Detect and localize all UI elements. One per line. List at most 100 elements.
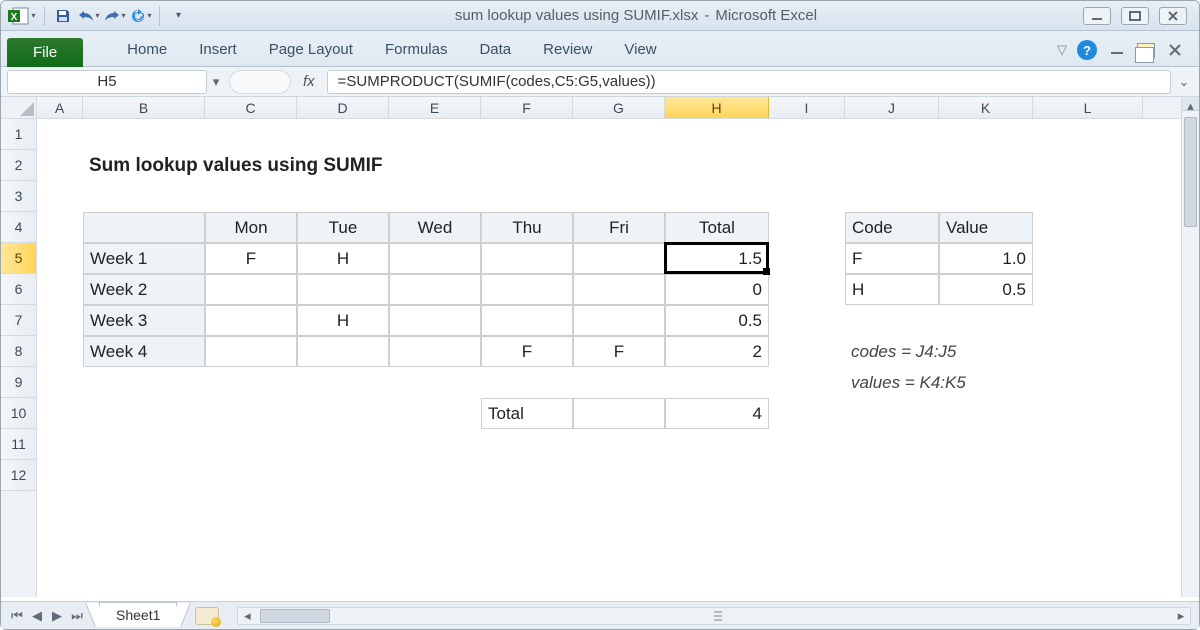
week-label[interactable]: Week 1 [83, 243, 205, 274]
row-total[interactable]: 2 [665, 336, 769, 367]
row-header-6[interactable]: 6 [1, 274, 36, 305]
hscroll-thumb[interactable] [260, 609, 330, 623]
table-cell[interactable] [389, 305, 481, 336]
col-header-E[interactable]: E [389, 97, 481, 118]
row-header-9[interactable]: 9 [1, 367, 36, 398]
grand-total-spacer[interactable] [573, 398, 665, 429]
table-cell[interactable] [297, 336, 389, 367]
scroll-up-icon[interactable]: ▴ [1182, 97, 1199, 115]
table-header[interactable]: Total [665, 212, 769, 243]
table-cell[interactable] [573, 274, 665, 305]
row-header-8[interactable]: 8 [1, 336, 36, 367]
workbook-restore-icon[interactable] [1137, 43, 1155, 58]
tab-nav-first-icon[interactable]: ⏮ [7, 606, 27, 626]
lookup-value[interactable]: 0.5 [939, 274, 1033, 305]
table-cell[interactable] [389, 243, 481, 274]
week-label[interactable]: Week 3 [83, 305, 205, 336]
tab-data[interactable]: Data [463, 35, 527, 66]
column-headers[interactable]: ABCDEFGHIJKL [37, 97, 1199, 119]
row-total[interactable]: 0.5 [665, 305, 769, 336]
fx-icon[interactable]: fx [295, 73, 323, 90]
grand-total-label[interactable]: Total [481, 398, 573, 429]
row-header-7[interactable]: 7 [1, 305, 36, 336]
row-header-12[interactable]: 12 [1, 460, 36, 491]
table-header[interactable]: Fri [573, 212, 665, 243]
col-header-J[interactable]: J [845, 97, 939, 118]
horizontal-scrollbar[interactable]: ◂ ▸ [237, 607, 1191, 625]
tab-view[interactable]: View [608, 35, 672, 66]
table-cell[interactable] [205, 274, 297, 305]
table-header[interactable]: Tue [297, 212, 389, 243]
table-cell[interactable] [481, 305, 573, 336]
note-values[interactable]: values = K4:K5 [845, 367, 1143, 398]
close-button[interactable] [1159, 7, 1187, 25]
cells-area[interactable]: Sum lookup values using SUMIFMonTueWedTh… [37, 119, 1199, 597]
table-cell[interactable]: F [573, 336, 665, 367]
formula-input[interactable]: =SUMPRODUCT(SUMIF(codes,C5:G5,values)) [327, 70, 1171, 94]
table-cell[interactable] [573, 243, 665, 274]
table-cell[interactable] [389, 336, 481, 367]
note-codes[interactable]: codes = J4:J5 [845, 336, 1143, 367]
row-header-11[interactable]: 11 [1, 429, 36, 460]
row-headers[interactable]: 123456789101112 [1, 119, 37, 597]
table-cell[interactable]: F [205, 243, 297, 274]
row-header-4[interactable]: 4 [1, 212, 36, 243]
table-cell[interactable] [389, 274, 481, 305]
file-tab[interactable]: File [7, 38, 83, 67]
table-cell[interactable] [481, 243, 573, 274]
sheet-tab[interactable]: Sheet1 [99, 602, 177, 627]
lookup-code[interactable]: F [845, 243, 939, 274]
scroll-left-icon[interactable]: ◂ [238, 608, 256, 624]
undo-icon[interactable]: ▾ [78, 5, 100, 27]
tab-page-layout[interactable]: Page Layout [253, 35, 369, 66]
formula-buttons[interactable] [229, 70, 291, 94]
new-sheet-icon[interactable] [195, 607, 219, 625]
workbook-minimize-icon[interactable] [1107, 42, 1127, 58]
col-header-K[interactable]: K [939, 97, 1033, 118]
row-header-3[interactable]: 3 [1, 181, 36, 212]
ribbon-minimize-icon[interactable]: ▽ [1057, 42, 1067, 58]
col-header-C[interactable]: C [205, 97, 297, 118]
row-total[interactable]: 1.5 [665, 243, 769, 274]
tab-home[interactable]: Home [111, 35, 183, 66]
customize-qat-icon[interactable]: ▾ [167, 5, 189, 27]
excel-icon[interactable]: X ▾ [7, 4, 37, 28]
workbook-close-icon[interactable] [1165, 42, 1185, 58]
week-label[interactable]: Week 2 [83, 274, 205, 305]
table-cell[interactable]: H [297, 243, 389, 274]
refresh-icon[interactable]: ▾ [130, 5, 152, 27]
select-all-corner[interactable] [1, 97, 37, 119]
col-header-H[interactable]: H [665, 97, 769, 118]
table-cell[interactable] [573, 305, 665, 336]
table-cell[interactable]: H [297, 305, 389, 336]
col-header-G[interactable]: G [573, 97, 665, 118]
table-cell[interactable] [205, 305, 297, 336]
lookup-header-value[interactable]: Value [939, 212, 1033, 243]
tab-review[interactable]: Review [527, 35, 608, 66]
col-header-L[interactable]: L [1033, 97, 1143, 118]
table-cell[interactable] [481, 274, 573, 305]
table-header[interactable] [83, 212, 205, 243]
name-box-dropdown-icon[interactable]: ▾ [207, 70, 225, 94]
col-header-I[interactable]: I [769, 97, 845, 118]
col-header-F[interactable]: F [481, 97, 573, 118]
tab-formulas[interactable]: Formulas [369, 35, 464, 66]
row-header-1[interactable]: 1 [1, 119, 36, 150]
redo-icon[interactable]: ▾ [104, 5, 126, 27]
help-icon[interactable]: ? [1077, 40, 1097, 60]
lookup-value[interactable]: 1.0 [939, 243, 1033, 274]
scroll-right-icon[interactable]: ▸ [1172, 608, 1190, 624]
row-header-2[interactable]: 2 [1, 150, 36, 181]
col-header-B[interactable]: B [83, 97, 205, 118]
save-icon[interactable] [52, 5, 74, 27]
tab-nav-next-icon[interactable]: ▶ [47, 606, 67, 626]
col-header-D[interactable]: D [297, 97, 389, 118]
row-header-5[interactable]: 5 [1, 243, 36, 274]
maximize-button[interactable] [1121, 7, 1149, 25]
lookup-code[interactable]: H [845, 274, 939, 305]
table-cell[interactable] [205, 336, 297, 367]
table-header[interactable]: Thu [481, 212, 573, 243]
week-label[interactable]: Week 4 [83, 336, 205, 367]
sheet-title[interactable]: Sum lookup values using SUMIF [83, 150, 769, 181]
tab-nav-last-icon[interactable]: ⏭ [67, 606, 87, 626]
